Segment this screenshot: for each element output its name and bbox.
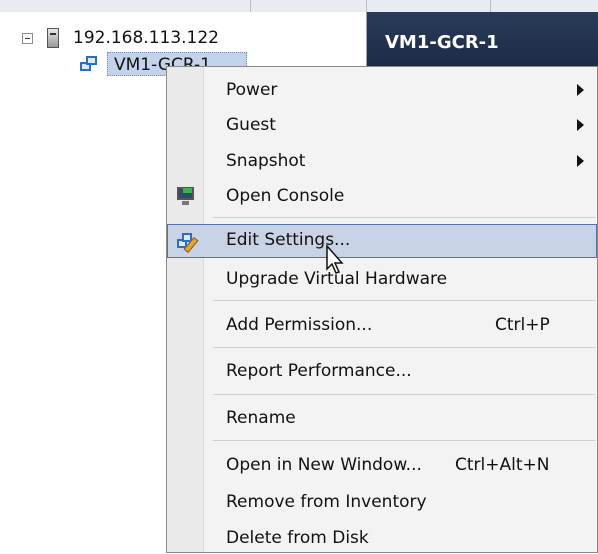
submenu-arrow-icon: [577, 155, 584, 167]
menu-separator: [213, 440, 595, 441]
menu-item-shortcut: Ctrl+Alt+N: [455, 455, 550, 475]
menu-separator: [213, 394, 595, 395]
menu-item-label: Snapshot: [226, 151, 306, 171]
menu-item-open-in-new-window[interactable]: Open in New Window... Ctrl+Alt+N: [167, 449, 597, 481]
menu-item-label: Open Console: [226, 186, 345, 206]
menu-separator: [213, 300, 595, 301]
mouse-pointer-icon: [326, 245, 344, 274]
menu-item-upgrade-virtual-hardware[interactable]: Upgrade Virtual Hardware: [167, 263, 597, 295]
tree-row-host[interactable]: 192.168.113.122: [22, 26, 219, 50]
menu-item-shortcut: Ctrl+P: [495, 315, 550, 335]
submenu-arrow-icon: [577, 119, 584, 131]
menu-item-guest[interactable]: Guest: [167, 109, 597, 141]
menu-item-open-console[interactable]: Open Console: [167, 180, 597, 212]
menu-item-snapshot[interactable]: Snapshot: [167, 145, 597, 177]
server-icon: [47, 28, 59, 48]
column-divider: [250, 0, 251, 12]
menu-item-remove-from-inventory[interactable]: Remove from Inventory: [167, 486, 597, 518]
menu-item-label: Rename: [226, 408, 296, 428]
menu-item-label: Delete from Disk: [226, 528, 369, 548]
vm-detail-title: VM1-GCR-1: [385, 32, 499, 53]
menu-separator: [213, 217, 595, 218]
menu-item-add-permission[interactable]: Add Permission... Ctrl+P: [167, 309, 597, 341]
vm-icon: [80, 55, 100, 73]
menu-separator: [213, 347, 595, 348]
menu-item-label: Guest: [226, 115, 276, 135]
menu-item-label: Remove from Inventory: [226, 492, 427, 512]
menu-item-label: Report Performance...: [226, 361, 412, 381]
menu-item-label: Add Permission...: [226, 315, 373, 335]
console-icon: [175, 185, 197, 207]
menu-item-delete-from-disk[interactable]: Delete from Disk: [167, 522, 597, 554]
menu-item-rename[interactable]: Rename: [167, 402, 597, 434]
menu-item-report-performance[interactable]: Report Performance...: [167, 355, 597, 387]
host-label[interactable]: 192.168.113.122: [73, 28, 219, 48]
menu-item-power[interactable]: Power: [167, 74, 597, 106]
menu-item-edit-settings[interactable]: Edit Settings...: [167, 224, 597, 258]
context-menu: Power Guest Snapshot Open Console Edit S…: [166, 66, 598, 553]
vm-detail-header: VM1-GCR-1: [367, 12, 598, 72]
submenu-arrow-icon: [577, 84, 584, 96]
menu-item-label: Open in New Window...: [226, 455, 422, 475]
column-divider: [490, 0, 491, 12]
menu-item-label: Power: [226, 80, 278, 100]
column-divider: [366, 0, 367, 12]
edit-settings-icon: [176, 230, 199, 254]
collapse-icon[interactable]: [22, 32, 33, 44]
